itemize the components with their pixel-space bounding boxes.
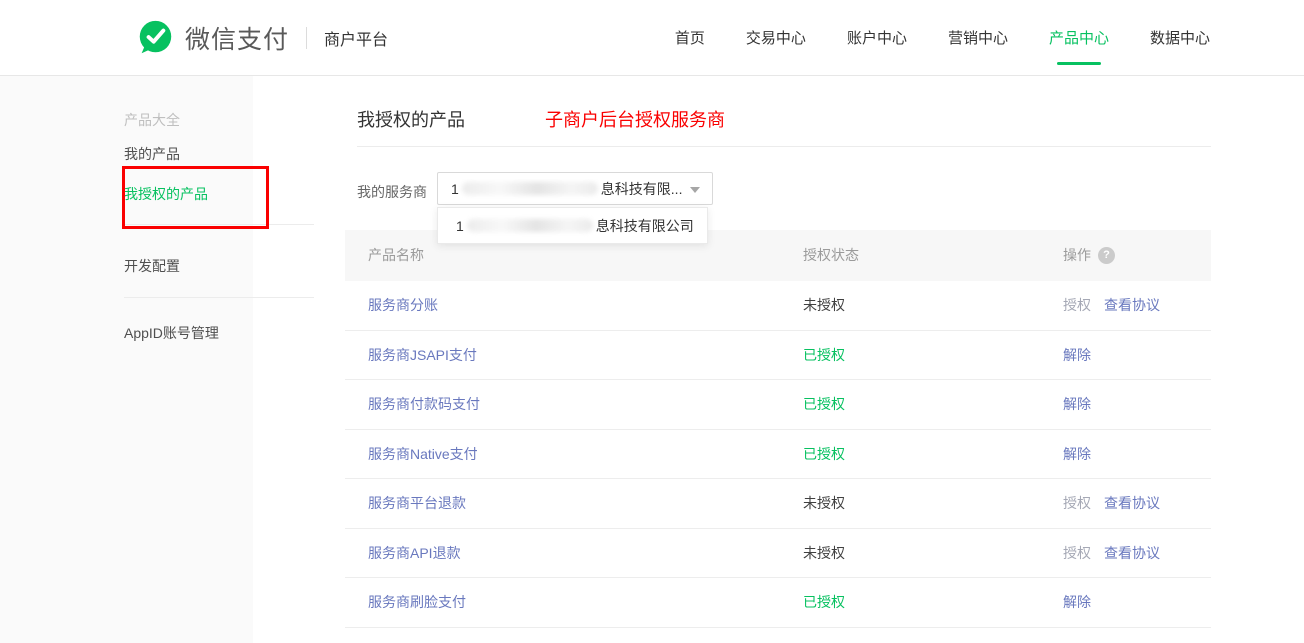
title-divider <box>357 146 1211 147</box>
brand-divider <box>306 27 307 49</box>
status-text: 未授权 <box>803 493 845 513</box>
wechat-pay-icon <box>137 19 174 56</box>
unbind-link[interactable]: 解除 <box>1063 444 1091 464</box>
redacted-text-blur <box>467 219 593 232</box>
table-row: 服务商平台退款 未授权 授权查看协议 <box>345 479 1211 529</box>
brand-logo[interactable]: 微信支付 商户平台 <box>137 0 388 75</box>
top-nav: 首页 交易中心 账户中心 营销中心 产品中心 数据中心 <box>675 0 1210 75</box>
product-name-link[interactable]: 服务商平台退款 <box>368 493 466 513</box>
provider-select-value: 1 息科技有限... <box>451 179 682 199</box>
product-name-link[interactable]: 服务商刷脸支付 <box>368 592 466 612</box>
view-agreement-link[interactable]: 查看协议 <box>1104 493 1160 513</box>
sidebar-item[interactable]: 我授权的产品 <box>124 184 208 204</box>
nav-item[interactable]: 营销中心 <box>948 27 1008 48</box>
sidebar-item[interactable]: 开发配置 <box>124 256 180 276</box>
row-actions: 授权查看协议 <box>1063 493 1160 513</box>
table-body: 服务商分账未授权授权查看协议服务商JSAPI支付已授权解除服务商付款码支付已授权… <box>345 281 1211 628</box>
portal-name: 商户平台 <box>324 26 388 50</box>
status-text: 未授权 <box>803 295 845 315</box>
unbind-link[interactable]: 解除 <box>1063 592 1091 612</box>
sidebar-item: 产品大全 <box>124 110 180 130</box>
row-actions: 解除 <box>1063 394 1091 414</box>
table-row: 服务商API退款 未授权 授权查看协议 <box>345 529 1211 579</box>
table-row: 服务商付款码支付 已授权 解除 <box>345 380 1211 430</box>
row-actions: 解除 <box>1063 444 1091 464</box>
sidebar-item[interactable]: AppID账号管理 <box>124 323 219 343</box>
column-header-status: 授权状态 <box>803 230 859 281</box>
column-header-action: 操作 <box>1063 230 1091 281</box>
provider-dropdown-option[interactable]: 1 息科技有限公司 <box>437 207 708 244</box>
nav-item[interactable]: 数据中心 <box>1150 27 1210 48</box>
table-row: 服务商Native支付 已授权 解除 <box>345 430 1211 480</box>
status-text: 已授权 <box>803 444 845 464</box>
row-actions: 解除 <box>1063 592 1091 612</box>
unbind-link[interactable]: 解除 <box>1063 394 1091 414</box>
product-name-link[interactable]: 服务商分账 <box>368 295 438 315</box>
nav-item[interactable]: 首页 <box>675 27 705 48</box>
status-text: 已授权 <box>803 394 845 414</box>
product-name-link[interactable]: 服务商API退款 <box>368 543 461 563</box>
sidebar-divider <box>124 224 314 225</box>
top-header: 微信支付 商户平台 首页 交易中心 账户中心 营销中心 产品中心 数据中心 <box>0 0 1304 76</box>
nav-item[interactable]: 账户中心 <box>847 27 907 48</box>
product-name-link[interactable]: 服务商JSAPI支付 <box>368 345 477 365</box>
table-row: 服务商分账 未授权 授权查看协议 <box>345 281 1211 331</box>
status-text: 未授权 <box>803 543 845 563</box>
sidebar-divider <box>124 297 314 298</box>
status-text: 已授权 <box>803 345 845 365</box>
provider-label: 我的服务商 <box>357 182 427 202</box>
sidebar-item[interactable]: 我的产品 <box>124 144 180 164</box>
page-title: 我授权的产品 <box>357 106 465 132</box>
nav-item[interactable]: 产品中心 <box>1049 27 1109 48</box>
provider-select[interactable]: 1 息科技有限... <box>437 172 713 205</box>
product-name-link[interactable]: 服务商付款码支付 <box>368 394 480 414</box>
row-actions: 解除 <box>1063 345 1091 365</box>
provider-option-text: 1 息科技有限公司 <box>456 216 694 236</box>
table-row: 服务商JSAPI支付 已授权 解除 <box>345 331 1211 381</box>
row-actions: 授权查看协议 <box>1063 295 1160 315</box>
brand-name: 微信支付 <box>185 20 289 56</box>
unbind-link[interactable]: 解除 <box>1063 345 1091 365</box>
help-question-icon[interactable]: ? <box>1098 247 1115 264</box>
product-name-link[interactable]: 服务商Native支付 <box>368 444 478 464</box>
view-agreement-link[interactable]: 查看协议 <box>1104 295 1160 315</box>
view-agreement-link[interactable]: 查看协议 <box>1104 543 1160 563</box>
chevron-down-icon <box>690 187 700 193</box>
row-actions: 授权查看协议 <box>1063 543 1160 563</box>
status-text: 已授权 <box>803 592 845 612</box>
nav-item[interactable]: 交易中心 <box>746 27 806 48</box>
authorize-link[interactable]: 授权 <box>1063 493 1091 513</box>
table-row: 服务商刷脸支付 已授权 解除 <box>345 578 1211 628</box>
annotation-note: 子商户后台授权服务商 <box>545 106 725 132</box>
column-header-product: 产品名称 <box>368 230 424 281</box>
authorize-link[interactable]: 授权 <box>1063 543 1091 563</box>
authorize-link[interactable]: 授权 <box>1063 295 1091 315</box>
redacted-text-blur <box>462 182 598 195</box>
